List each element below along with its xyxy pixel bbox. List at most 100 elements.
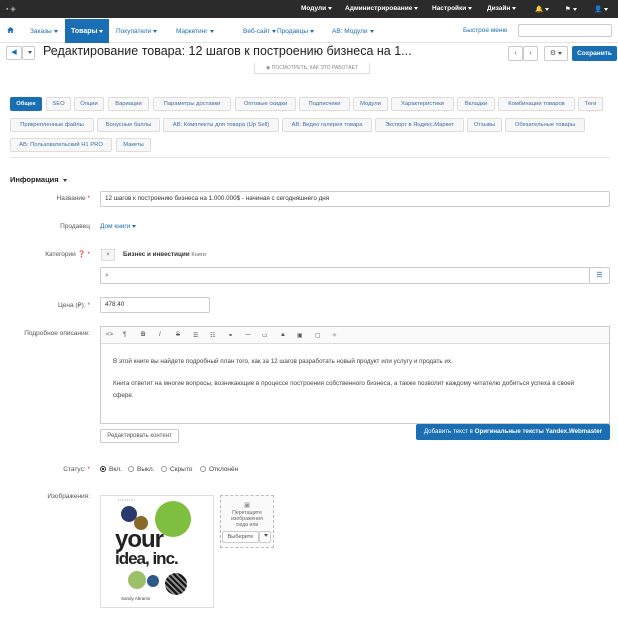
drop-text: Перетащите изображения сюда или: [231, 510, 263, 528]
tab-yandex-export[interactable]: Экспорт в Яндекс.Маркет: [375, 118, 464, 132]
status-option-label: Вкл.: [109, 466, 122, 473]
seller-label: Продавец: [60, 223, 90, 230]
topbar-menu-design[interactable]: Дизайн: [487, 5, 517, 12]
bold-icon[interactable]: B: [141, 332, 145, 338]
book-circle-darkblue: [147, 575, 159, 587]
tab-bonus-points[interactable]: Бонусные баллы: [97, 118, 160, 132]
categories-label-text: Категории: [45, 251, 76, 258]
price-label-text: Цена (₽):: [57, 302, 86, 309]
page-title: Редактирование товара: 12 шагов к постро…: [43, 44, 412, 58]
top-bar: ▪ ◈ Модули Администрирование Настройки Д…: [0, 0, 618, 18]
tab-extra-tabs[interactable]: Вкладки: [457, 97, 495, 111]
product-image[interactable]: ▪ ▪ ▪ ▪ ▪ ▪ ▪ ▪ your idea, inc. Sandy Ab…: [100, 495, 214, 608]
tab-layouts[interactable]: Макеты: [116, 138, 151, 152]
tab-attachments[interactable]: Прикрепленные файлы: [10, 118, 94, 132]
search-input[interactable]: [518, 24, 612, 37]
name-label-text: Название: [56, 195, 86, 202]
category-list-icon[interactable]: ☰: [589, 267, 610, 284]
choose-file-button[interactable]: Выберите: [222, 531, 259, 543]
magic-icon[interactable]: ✧: [332, 332, 337, 339]
product-name-input[interactable]: 12 шагов к построению бизнеса на 1.000.0…: [100, 191, 610, 207]
book-author: Sandy Abrams: [121, 596, 151, 601]
tab-custom-h1[interactable]: AB: Пользовательский H1 PRO: [10, 138, 112, 152]
category-name: Бизнес и инвестиции: [123, 251, 190, 258]
file-icon[interactable]: ▲: [280, 332, 286, 338]
tab-required-products[interactable]: Обязательные товары: [505, 118, 585, 132]
how-it-works-button[interactable]: ◉ ПОСМОТРЕТЬ, КАК ЭТО РАБОТАЕТ: [254, 63, 370, 74]
choose-dropdown[interactable]: [259, 531, 271, 543]
tab-modules[interactable]: Модули: [353, 97, 388, 111]
prev-product-icon[interactable]: ‹: [508, 46, 523, 61]
section-information[interactable]: Информация: [10, 175, 67, 184]
status-hidden-radio[interactable]: Скрыто: [161, 466, 192, 473]
tab-video-gallery[interactable]: AB: Видео галерея товара: [282, 118, 372, 132]
seller-dropdown[interactable]: Дом книги: [100, 223, 137, 230]
tab-upsell[interactable]: AB: Комплекты для товара (Up Sell): [163, 118, 279, 132]
desc-paragraph-2a: Книга ответит на многие вопросы, возника…: [113, 380, 575, 387]
topbar-menu-admin[interactable]: Администрирование: [345, 5, 419, 12]
tab-options[interactable]: Опции: [74, 97, 104, 111]
book-circle-lightgreen: [128, 571, 146, 589]
category-item: Бизнес и инвестиции Книги: [123, 251, 206, 258]
home-icon[interactable]: [7, 27, 14, 33]
hr-icon[interactable]: —: [245, 332, 251, 338]
price-label: Цена (₽): *: [57, 302, 90, 309]
remove-category-icon[interactable]: ×: [101, 249, 115, 261]
name-label: Название *: [56, 195, 90, 202]
categories-label: Категории ❓ *: [45, 251, 90, 258]
tab-wholesale[interactable]: Оптовые скидки: [235, 97, 296, 111]
status-on-radio[interactable]: Вкл.: [100, 466, 122, 473]
add-to-yandex-button[interactable]: Добавить текст в Оригинальные тексты Yan…: [416, 424, 610, 440]
italic-icon[interactable]: I: [159, 332, 161, 338]
fast-menu-link[interactable]: Быстрое меню: [463, 27, 507, 34]
flag-icon[interactable]: ⚑: [565, 5, 577, 13]
image-icon[interactable]: ▣: [297, 332, 303, 339]
category-search-input[interactable]: ⌕: [100, 267, 590, 284]
nav-website[interactable]: Веб-сайт: [243, 28, 277, 35]
tab-features[interactable]: Характеристики: [391, 97, 454, 111]
nav-marketing[interactable]: Маркетинг: [176, 28, 214, 35]
nav-orders[interactable]: Заказы: [30, 28, 58, 35]
picture-icon: ▣: [243, 502, 251, 509]
tab-seo[interactable]: SEO: [46, 97, 71, 111]
tab-general[interactable]: Общее: [10, 97, 42, 111]
bell-icon[interactable]: 🔔: [535, 5, 550, 13]
price-input[interactable]: 478.40: [100, 297, 210, 313]
nav-ab-modules[interactable]: AB: Модули: [332, 28, 374, 35]
nav-products[interactable]: Товары: [65, 19, 109, 43]
tab-subscribers[interactable]: Подписчики: [299, 97, 350, 111]
back-arrow-icon[interactable]: ◀: [6, 46, 22, 60]
tab-variations[interactable]: Вариации: [108, 97, 149, 111]
store-icon[interactable]: ▪ ◈: [6, 5, 16, 13]
topbar-menu-settings[interactable]: Настройки: [432, 5, 473, 12]
tab-shipping[interactable]: Параметры доставки: [153, 97, 231, 111]
bullet-list-icon[interactable]: ☰: [193, 332, 198, 339]
menu-label: Модули: [301, 5, 327, 12]
save-button[interactable]: Сохранить: [572, 46, 617, 61]
back-dropdown[interactable]: [22, 46, 35, 60]
code-icon[interactable]: <>: [106, 332, 113, 338]
video-icon[interactable]: ▢: [315, 332, 321, 339]
help-icon[interactable]: ❓: [78, 251, 86, 258]
edit-content-button[interactable]: Редактировать контент: [100, 429, 179, 443]
status-off-radio[interactable]: Выкл.: [128, 466, 155, 473]
nav-label: Товары: [71, 28, 98, 35]
status-label-text: Статус:: [63, 466, 86, 473]
status-rejected-radio[interactable]: Отклонён: [200, 466, 238, 473]
paragraph-icon[interactable]: ¶: [123, 332, 126, 338]
description-editor[interactable]: <> ¶ B I S ☰ ☷ ⚭ — ▭ ▲ ▣ ▢ ✧ В этой книг…: [100, 326, 610, 424]
tab-tags[interactable]: Теги: [578, 97, 603, 111]
tab-combinations[interactable]: Комбинации товаров: [498, 97, 575, 111]
strikethrough-icon[interactable]: S: [176, 332, 180, 338]
nav-sellers[interactable]: Продавцы: [277, 28, 315, 35]
link-icon[interactable]: ⚭: [228, 332, 233, 339]
tab-reviews[interactable]: Отзывы: [467, 118, 502, 132]
nav-customers[interactable]: Покупатели: [116, 28, 158, 35]
topbar-menu-modules[interactable]: Модули: [301, 5, 333, 12]
next-product-icon[interactable]: ›: [523, 46, 538, 61]
gear-icon[interactable]: ⚙: [544, 46, 568, 61]
table-icon[interactable]: ▭: [262, 332, 268, 339]
numbered-list-icon[interactable]: ☷: [210, 332, 215, 339]
user-icon[interactable]: 👤: [594, 5, 609, 13]
status-label: Статус: *: [63, 466, 90, 473]
